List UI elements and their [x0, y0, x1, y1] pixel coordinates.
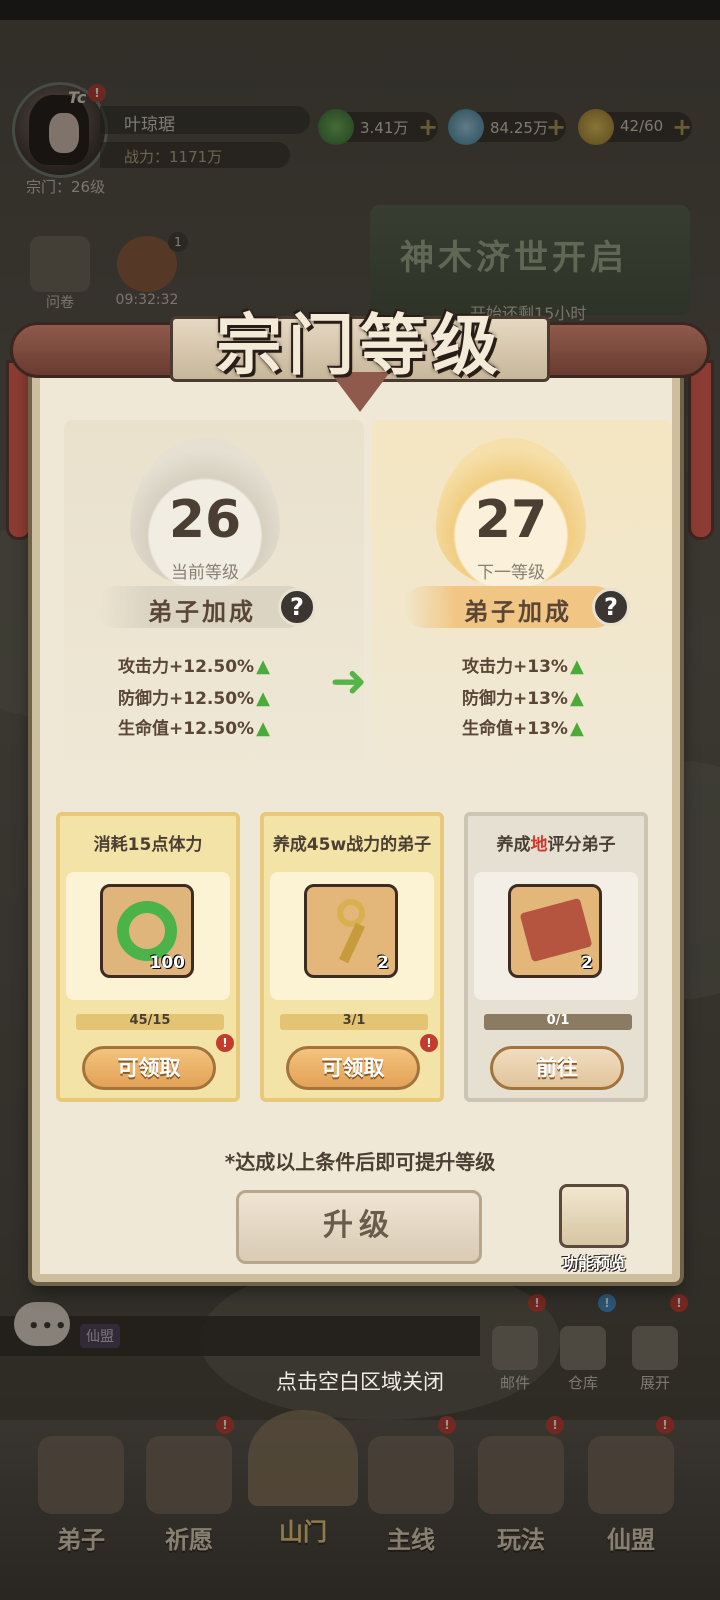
help-icon[interactable]: ? — [592, 588, 630, 626]
current-level-number: 26 — [168, 490, 242, 550]
task-progress-text: 3/1 — [342, 1013, 366, 1028]
upgrade-button[interactable]: 升级 — [236, 1190, 482, 1264]
claim-button[interactable]: 可领取 — [286, 1046, 420, 1090]
up-arrow-icon: ▲ — [569, 656, 584, 677]
current-stat-hp: 生命值+12.50% ▲ — [118, 718, 270, 739]
next-level-caption: 下一等级 — [477, 563, 545, 583]
red-scroll-icon[interactable]: 2 — [508, 884, 602, 978]
task-caption: 消耗15点体力 — [93, 835, 203, 855]
up-arrow-icon: ▲ — [256, 656, 270, 677]
next-stat-attack: 攻击力+13% ▲ — [462, 656, 584, 677]
claim-alert-badge: ! — [216, 1034, 234, 1052]
dialog-title: 宗门等级 — [216, 306, 504, 384]
next-bonus-title: 弟子加成 — [464, 598, 572, 626]
help-icon[interactable]: ? — [278, 588, 316, 626]
task-card-stamina: 消耗15点体力 100 45/15 可领取 — [56, 812, 240, 1102]
current-stat-attack: 攻击力+12.50% ▲ — [118, 656, 270, 677]
claim-alert-badge: ! — [420, 1034, 438, 1052]
up-arrow-icon: ▲ — [256, 688, 270, 709]
goto-button[interactable]: 前往 — [490, 1046, 624, 1090]
up-arrow-icon: ▲ — [256, 718, 270, 739]
claim-button[interactable]: 可领取 — [82, 1046, 216, 1090]
scroll-icon — [559, 1184, 629, 1248]
upgrade-hint: *达成以上条件后即可提升等级 — [224, 1150, 496, 1174]
next-stat-hp: 生命值+13% ▲ — [462, 718, 584, 739]
task-card-power: 养成45w战力的弟子 2 3/1 可领取 — [260, 812, 444, 1102]
current-stat-defense: 防御力+12.50% ▲ — [118, 688, 270, 709]
task-progress-text: 45/15 — [129, 1013, 171, 1028]
feature-preview-button[interactable]: 功能预览 — [548, 1184, 640, 1274]
task-caption: 养成地评分弟子 — [496, 835, 616, 855]
up-arrow-icon: ▲ — [569, 718, 584, 739]
golden-key-icon[interactable]: 2 — [304, 884, 398, 978]
current-bonus-title: 弟子加成 — [148, 598, 256, 626]
task-card-rating: 养成地评分弟子 2 0/1 前往 — [464, 812, 648, 1102]
task-caption: 养成45w战力的弟子 — [272, 835, 432, 855]
jade-dragon-icon[interactable]: 100 — [100, 884, 194, 978]
next-level-number: 27 — [474, 490, 548, 550]
task-progress-text: 0/1 — [546, 1013, 570, 1028]
right-arrow-icon: ➜ — [330, 656, 367, 707]
next-stat-defense: 防御力+13% ▲ — [462, 688, 584, 709]
current-level-caption: 当前等级 — [171, 563, 239, 583]
close-hint: 点击空白区域关闭 — [276, 1370, 444, 1394]
up-arrow-icon: ▲ — [569, 688, 584, 709]
